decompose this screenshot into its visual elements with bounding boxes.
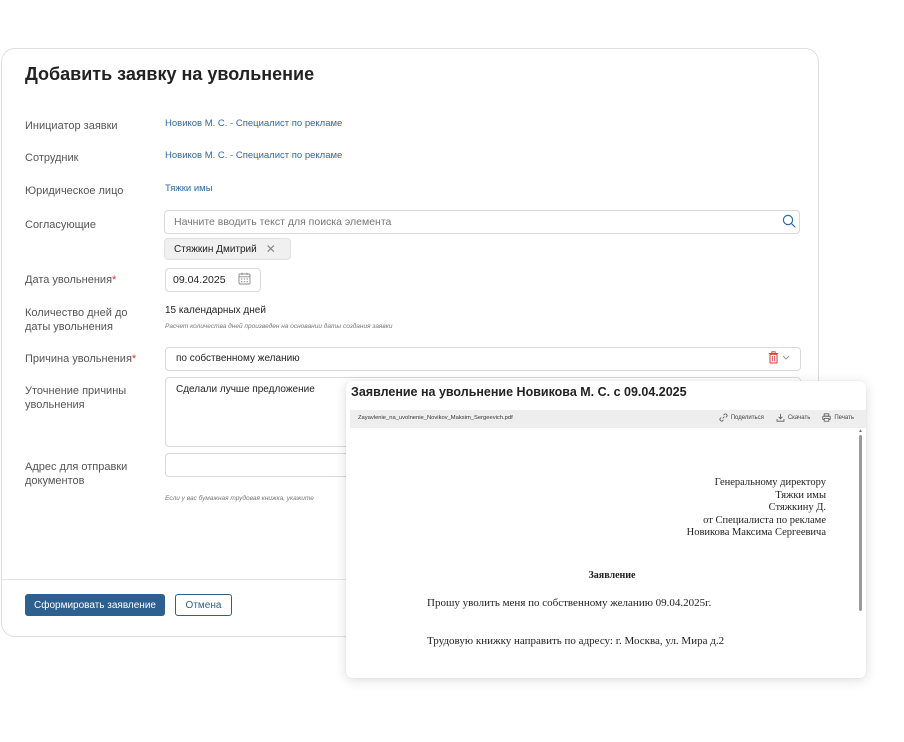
print-button[interactable]: Печать	[822, 413, 854, 422]
generate-statement-button[interactable]: Сформировать заявление	[25, 594, 165, 616]
approvers-search-input[interactable]	[164, 210, 800, 234]
days-count-value: 15 календарных дней	[165, 305, 266, 316]
approver-tag-label: Стяжкин Дмитрий	[174, 243, 257, 255]
address-hint: Если у вас бумажная трудовая книжка, ука…	[165, 495, 314, 502]
reason-label: Причина увольнения*	[25, 353, 137, 365]
chevron-down-icon[interactable]	[782, 354, 790, 361]
trash-icon[interactable]	[768, 351, 779, 364]
close-icon[interactable]: ✕	[266, 243, 276, 255]
link-icon	[719, 413, 728, 422]
initiator-label: Инициатор заявки	[25, 120, 118, 132]
dismissal-date-label: Дата увольнения*	[25, 274, 117, 286]
employee-label: Сотрудник	[25, 152, 79, 164]
days-count-label: Количество дней до даты увольнения	[25, 307, 128, 333]
required-mark: *	[131, 353, 137, 365]
statement-heading: Заявление	[588, 570, 636, 581]
reason-details-label: Уточнение причины увольнения	[25, 385, 127, 411]
scroll-up-arrow[interactable]: ▲	[858, 428, 863, 434]
printer-icon	[822, 413, 831, 422]
employee-value[interactable]: Новиков М. С. - Специалист по рекламе	[165, 150, 342, 161]
address-label: Адрес для отправки документов	[25, 461, 128, 487]
legal-entity-value[interactable]: Тяжки имы	[165, 183, 213, 194]
cancel-button[interactable]: Отмена	[175, 594, 232, 616]
legal-entity-label: Юридическое лицо	[25, 185, 124, 197]
document-scrollbar[interactable]	[859, 435, 862, 611]
statement-request-line: Прошу уволить меня по собственному желан…	[427, 597, 712, 609]
document-preview: Заявление на увольнение Новикова М. С. с…	[346, 381, 866, 678]
days-count-hint: Расчет количества дней произведен на осн…	[165, 323, 393, 330]
share-button[interactable]: Поделиться	[719, 413, 764, 422]
download-button[interactable]: Скачать	[776, 413, 810, 422]
document-toolbar: Zayavlenie_na_uvolnenie_Novikov_Maksim_S…	[350, 410, 866, 428]
search-icon[interactable]	[782, 214, 796, 228]
addressee-block: Генеральному директору Тяжки имы Стяжкин…	[686, 477, 826, 538]
form-title: Добавить заявку на увольнение	[25, 64, 315, 84]
download-icon	[776, 413, 785, 422]
approver-tag: Стяжкин Дмитрий ✕	[164, 238, 291, 260]
document-actions: Поделиться Скачать Печать	[719, 413, 854, 422]
initiator-value[interactable]: Новиков М. С. - Специалист по рекламе	[165, 118, 342, 129]
reason-select[interactable]: по собственному желанию	[165, 347, 801, 371]
approvers-label: Согласующие	[25, 219, 96, 231]
statement-address-line: Трудовую книжку направить по адресу: г. …	[427, 635, 725, 647]
document-filename: Zayavlenie_na_uvolnenie_Novikov_Maksim_S…	[358, 415, 513, 421]
document-title: Заявление на увольнение Новикова М. С. с…	[351, 385, 687, 399]
required-mark: *	[112, 274, 117, 286]
calendar-icon[interactable]	[238, 272, 251, 285]
